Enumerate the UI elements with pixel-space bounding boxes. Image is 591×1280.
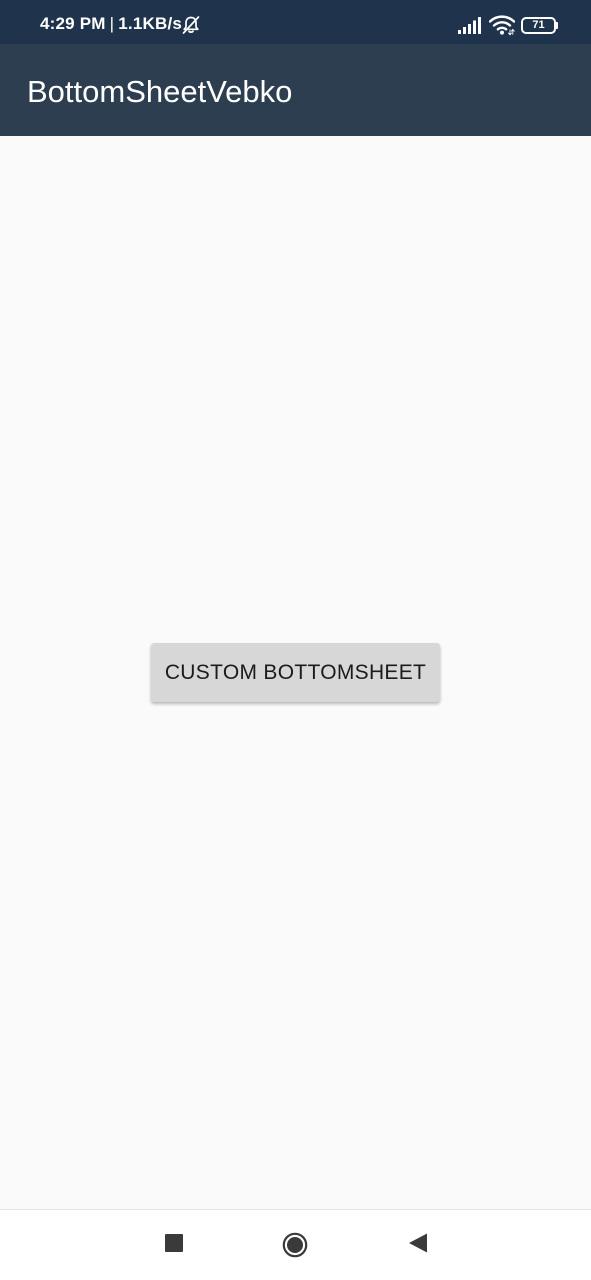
back-icon[interactable] <box>407 1232 429 1254</box>
navigation-bar <box>0 1209 591 1280</box>
main-content: CUSTOM BOTTOMSHEET <box>0 136 591 1209</box>
bell-off-icon <box>182 16 200 34</box>
screen: 4:29 PM | 1.1KB/s 71 BottomSheetVebko CU… <box>0 0 591 1280</box>
status-time: 4:29 PM <box>40 14 106 33</box>
battery-tip <box>556 22 558 29</box>
app-title: BottomSheetVebko <box>27 74 293 109</box>
network-speed: 1.1KB/s <box>118 14 183 33</box>
app-bar: BottomSheetVebko <box>0 44 591 136</box>
battery-level: 71 <box>521 17 556 34</box>
signal-icon <box>458 17 481 34</box>
status-separator: | <box>109 14 115 33</box>
status-info: 4:29 PM | 1.1KB/s <box>40 14 182 34</box>
recent-apps-icon[interactable] <box>165 1234 183 1252</box>
custom-bottomsheet-button[interactable]: CUSTOM BOTTOMSHEET <box>151 643 440 702</box>
home-icon[interactable] <box>282 1232 308 1258</box>
status-bar: 4:29 PM | 1.1KB/s 71 <box>0 0 591 44</box>
battery-icon: 71 <box>521 17 558 34</box>
wifi-icon <box>489 15 515 36</box>
